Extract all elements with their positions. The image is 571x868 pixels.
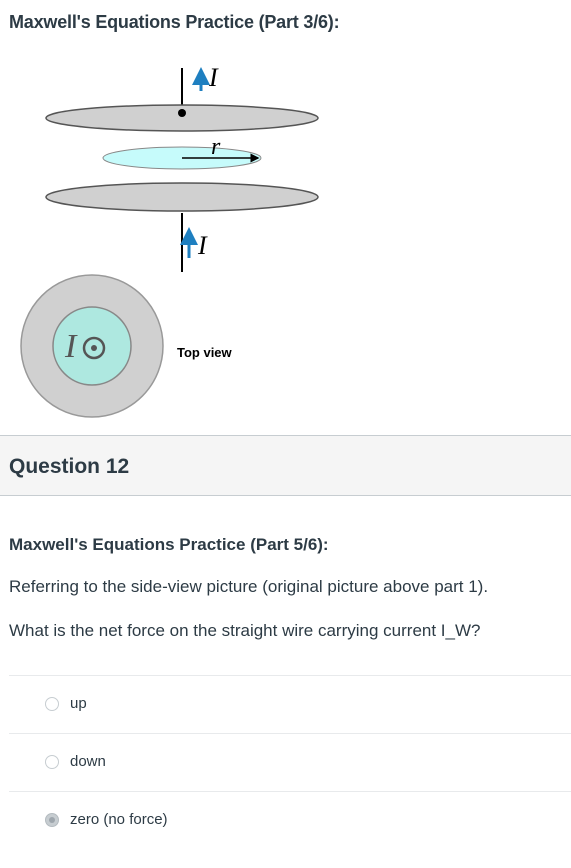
question-subtitle: Maxwell's Equations Practice (Part 5/6): — [9, 535, 329, 554]
bottom-current-label: I — [197, 231, 208, 260]
top-current-label: I — [208, 63, 219, 92]
out-of-page-dot — [91, 345, 97, 351]
bottom-plate — [45, 182, 319, 212]
question-text-line-1: Referring to the side-view picture (orig… — [9, 577, 489, 596]
figure-svg: I r I I Top view — [20, 63, 319, 418]
top-view-current-label: I — [64, 328, 78, 365]
answer-option-up[interactable]: up — [9, 675, 571, 733]
question-number: Question 12 — [9, 455, 130, 478]
answer-option-down[interactable]: down — [9, 733, 571, 791]
answer-list: up down zero (no force) — [9, 675, 571, 849]
question-text-line-2: What is the net force on the straight wi… — [9, 621, 481, 640]
answer-label: up — [70, 695, 87, 712]
answer-option-zero[interactable]: zero (no force) — [9, 791, 571, 849]
capacitor-figure: I r I I Top view — [0, 50, 571, 435]
answer-label: zero (no force) — [70, 811, 168, 828]
radio-button[interactable] — [45, 755, 59, 769]
answer-label: down — [70, 753, 106, 770]
radio-button[interactable] — [45, 697, 59, 711]
top-wire-junction — [178, 109, 186, 117]
page-title: Maxwell's Equations Practice (Part 3/6): — [9, 12, 340, 32]
top-plate — [45, 104, 319, 132]
question-header: Question 12 — [0, 435, 571, 496]
radio-button-selected[interactable] — [45, 813, 59, 827]
top-view-caption: Top view — [177, 345, 233, 360]
radius-label: r — [211, 134, 221, 160]
